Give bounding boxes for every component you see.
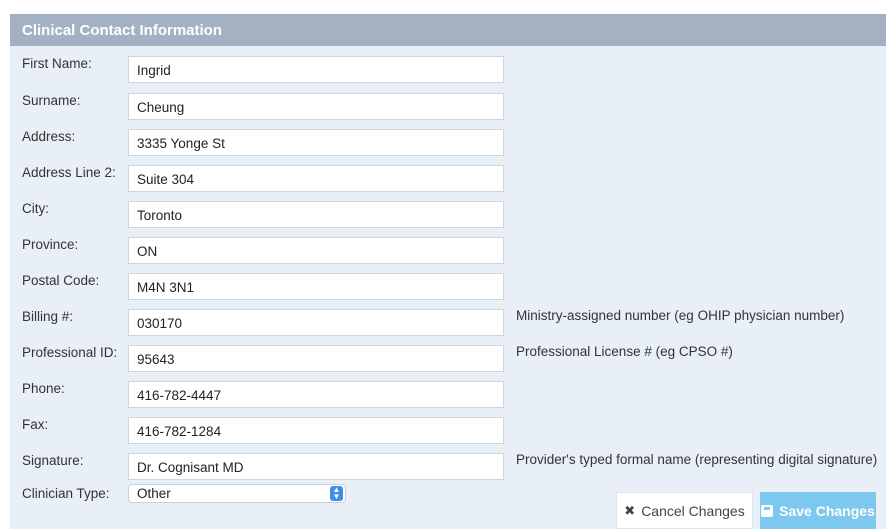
clinician-type-label: Clinician Type: — [22, 486, 110, 501]
clinician-type-select[interactable]: Other ▲ ▼ — [128, 484, 346, 503]
close-icon: ✖ — [624, 502, 636, 518]
clinician-type-value: Other — [137, 486, 171, 501]
professional-id-row: Professional ID: 95643 Professional Lice… — [0, 343, 876, 379]
city-row: City: Toronto — [0, 199, 876, 235]
province-row: Province: ON — [0, 235, 876, 271]
address-line2-label: Address Line 2: — [22, 165, 116, 180]
panel-title: Clinical Contact Information — [10, 14, 886, 46]
phone-label: Phone: — [22, 381, 65, 396]
first-name-row: First Name: Ingrid — [0, 54, 876, 90]
select-arrows-icon: ▲ ▼ — [330, 486, 343, 501]
phone-row: Phone: 416-782-4447 — [0, 379, 876, 415]
postal-code-label: Postal Code: — [22, 273, 100, 288]
postal-code-input[interactable]: M4N 3N1 — [128, 273, 504, 300]
fax-label: Fax: — [22, 417, 49, 432]
save-changes-button[interactable]: Save Changes — [760, 492, 876, 529]
billing-input[interactable]: 030170 — [128, 309, 504, 336]
signature-label: Signature: — [22, 453, 84, 468]
billing-hint: Ministry-assigned number (eg OHIP physic… — [516, 308, 845, 323]
address-row: Address: 3335 Yonge St — [0, 127, 876, 163]
first-name-input[interactable]: Ingrid — [128, 56, 504, 83]
signature-input[interactable]: Dr. Cognisant MD — [128, 453, 504, 480]
billing-label: Billing #: — [22, 309, 74, 324]
signature-hint: Provider's typed formal name (representi… — [516, 452, 878, 467]
province-input[interactable]: ON — [128, 237, 504, 264]
address-line2-input[interactable]: Suite 304 — [128, 165, 504, 192]
cancel-changes-button[interactable]: ✖ Cancel Changes — [616, 492, 753, 529]
address-label: Address: — [22, 129, 76, 144]
surname-input[interactable]: Cheung — [128, 93, 504, 120]
city-input[interactable]: Toronto — [128, 201, 504, 228]
fax-row: Fax: 416-782-1284 — [0, 415, 876, 451]
address-input[interactable]: 3335 Yonge St — [128, 129, 504, 156]
city-label: City: — [22, 201, 49, 216]
cancel-changes-label: Cancel Changes — [641, 502, 745, 519]
professional-id-input[interactable]: 95643 — [128, 345, 504, 372]
first-name-label: First Name: — [22, 56, 92, 71]
billing-row: Billing #: 030170 Ministry-assigned numb… — [0, 307, 876, 343]
fax-input[interactable]: 416-782-1284 — [128, 417, 504, 444]
professional-id-hint: Professional License # (eg CPSO #) — [516, 344, 733, 359]
address-line2-row: Address Line 2: Suite 304 — [0, 163, 876, 199]
province-label: Province: — [22, 237, 79, 252]
surname-row: Surname: Cheung — [0, 91, 876, 127]
save-icon — [761, 504, 774, 517]
postal-code-row: Postal Code: M4N 3N1 — [0, 271, 876, 307]
professional-id-label: Professional ID: — [22, 345, 118, 360]
signature-row: Signature: Dr. Cognisant MD Provider's t… — [0, 451, 878, 487]
surname-label: Surname: — [22, 93, 81, 108]
save-changes-label: Save Changes — [779, 502, 875, 519]
phone-input[interactable]: 416-782-4447 — [128, 381, 504, 408]
